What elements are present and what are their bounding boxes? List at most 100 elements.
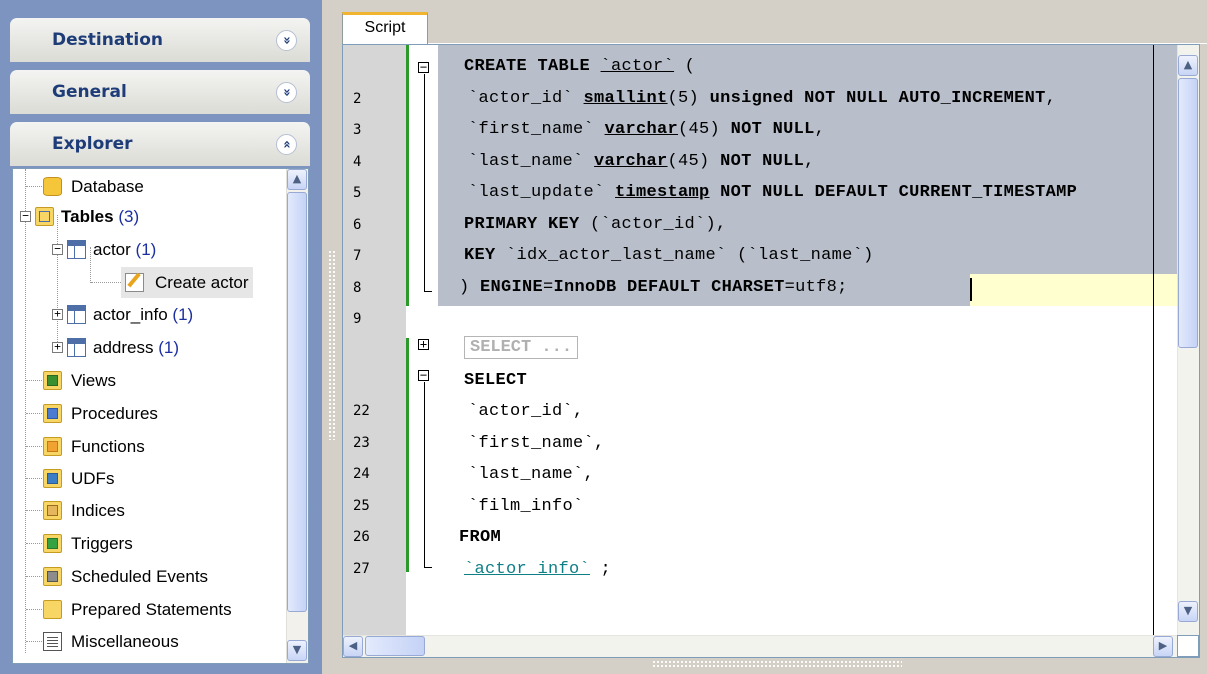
tree-node-create-actor[interactable]: Create actor — [121, 267, 253, 298]
vertical-splitter[interactable] — [322, 0, 342, 674]
tree-node-scheduled-events[interactable]: Scheduled Events — [43, 561, 208, 592]
line-number: 27 — [353, 561, 370, 577]
code-line: `actor_id`, — [468, 402, 584, 421]
line-number: 24 — [353, 466, 370, 482]
fold-expand-icon[interactable]: + — [418, 338, 429, 350]
collapsed-select-block[interactable]: SELECT ... — [464, 336, 579, 359]
right-margin-line — [1153, 45, 1154, 635]
editor-hscroll-thumb[interactable] — [365, 636, 425, 656]
views-icon — [43, 371, 62, 390]
tab-script[interactable]: Script — [342, 12, 428, 45]
fold-collapse-icon[interactable]: − — [418, 369, 429, 381]
tree-line — [57, 215, 58, 348]
indices-icon — [43, 501, 62, 520]
collapse-toggle-icon[interactable]: − — [52, 243, 63, 255]
code-line: `actor_id` smallint(5) unsigned NOT NULL… — [468, 89, 1057, 108]
scrollbar-corner — [1177, 635, 1199, 657]
prepared-statements-icon — [43, 600, 62, 619]
functions-icon — [43, 437, 62, 456]
code-line: KEY `idx_actor_last_name` (`last_name`) — [464, 246, 874, 265]
tree-node-miscellaneous[interactable]: Miscellaneous — [43, 626, 179, 657]
tree-vertical-scrollbar[interactable]: ▲ ▼ — [286, 169, 308, 663]
line-number: 22 — [353, 403, 370, 419]
section-explorer-label: Explorer — [52, 134, 133, 154]
section-general-label: General — [52, 82, 127, 102]
miscellaneous-icon — [43, 632, 62, 651]
line-number: 8 — [353, 280, 362, 296]
tree-node-procedures[interactable]: Procedures — [43, 398, 158, 429]
splitter-grip[interactable] — [328, 250, 336, 440]
code-line: CREATE TABLE `actor` ( — [464, 57, 696, 76]
scroll-left-icon[interactable]: ◀ — [343, 636, 363, 657]
line-number: 26 — [353, 529, 370, 545]
tree-node-actor[interactable]: actor (1) — [67, 234, 156, 265]
tables-icon — [35, 207, 54, 226]
change-bar — [406, 338, 409, 572]
scroll-down-icon[interactable]: ▼ — [287, 640, 307, 661]
fold-collapse-icon[interactable]: − — [418, 61, 429, 73]
procedures-icon — [43, 404, 62, 423]
create-script-icon — [125, 272, 144, 292]
line-number: 4 — [353, 154, 362, 170]
section-general[interactable]: General » — [10, 70, 310, 114]
tree-node-triggers[interactable]: Triggers — [43, 528, 133, 559]
tree-node-address[interactable]: address (1) — [67, 332, 179, 363]
line-number: 23 — [353, 435, 370, 451]
section-destination-label: Destination — [52, 30, 164, 50]
line-number: 3 — [353, 122, 362, 138]
code-line: ) ENGINE=InnoDB DEFAULT CHARSET=utf8; — [438, 278, 848, 297]
tree-node-prepared-statements[interactable]: Prepared Statements — [43, 594, 232, 625]
triggers-icon — [43, 534, 62, 553]
table-icon — [67, 240, 86, 259]
chevron-up-icon[interactable]: « — [276, 134, 297, 155]
tree-line — [25, 169, 26, 653]
expand-toggle-icon[interactable]: + — [52, 308, 63, 320]
tree-node-database[interactable]: Database — [43, 171, 144, 202]
scroll-up-icon[interactable]: ▲ — [287, 169, 307, 190]
scheduled-events-icon — [43, 567, 62, 586]
code-line: PRIMARY KEY (`actor_id`), — [464, 215, 727, 234]
editor-horizontal-scrollbar[interactable]: ◀ ▶ — [343, 635, 1178, 657]
code-line: `actor_info` ; — [464, 560, 612, 579]
tab-bar: Script — [342, 0, 1207, 45]
table-icon — [67, 338, 86, 357]
code-line: `first_name`, — [468, 434, 605, 453]
editor-panel: Script − + − 2 3 4 5 6 7 8 9 22 23 24 25… — [342, 0, 1207, 674]
table-icon — [67, 305, 86, 324]
line-number: 25 — [353, 498, 370, 514]
collapse-toggle-icon[interactable]: − — [20, 210, 31, 222]
code-line: `film_info` — [468, 497, 584, 516]
code-line: `last_update` timestamp NOT NULL DEFAULT… — [468, 183, 1078, 202]
editor-vertical-scrollbar[interactable]: ▲ ▼ — [1177, 45, 1199, 635]
line-number: 9 — [353, 311, 362, 327]
code-line: `last_name`, — [468, 465, 595, 484]
left-panel: Destination » General » Explorer « Datab… — [0, 0, 322, 674]
code-line: `first_name` varchar(45) NOT NULL, — [468, 120, 826, 139]
chevron-down-icon[interactable]: » — [276, 30, 297, 51]
section-explorer[interactable]: Explorer « — [10, 122, 310, 166]
chevron-down-icon[interactable]: » — [276, 82, 297, 103]
tree-node-udfs[interactable]: UDFs — [43, 463, 114, 494]
editor-vscroll-thumb[interactable] — [1178, 78, 1198, 348]
database-icon — [43, 177, 62, 196]
tree-node-actor-info[interactable]: actor_info (1) — [67, 299, 193, 330]
tree-scroll-thumb[interactable] — [287, 192, 307, 612]
scroll-right-icon[interactable]: ▶ — [1153, 636, 1173, 657]
explorer-tree[interactable]: Database − Tables (3) − actor (1) Create… — [12, 168, 309, 664]
sql-editor[interactable]: − + − 2 3 4 5 6 7 8 9 22 23 24 25 26 27 … — [342, 44, 1200, 658]
line-number: 5 — [353, 185, 362, 201]
tree-node-indices[interactable]: Indices — [43, 495, 125, 526]
tree-node-functions[interactable]: Functions — [43, 431, 145, 462]
scroll-down-icon[interactable]: ▼ — [1178, 601, 1198, 622]
expand-toggle-icon[interactable]: + — [52, 341, 63, 353]
tree-node-views[interactable]: Views — [43, 365, 116, 396]
code-line: SELECT — [464, 371, 528, 390]
tree-node-tables[interactable]: Tables (3) — [35, 201, 139, 232]
section-destination[interactable]: Destination » — [10, 18, 310, 62]
line-number: 7 — [353, 248, 362, 264]
code-line: `last_name` varchar(45) NOT NULL, — [468, 152, 815, 171]
line-number: 6 — [353, 217, 362, 233]
scroll-up-icon[interactable]: ▲ — [1178, 55, 1198, 76]
change-bar — [406, 45, 409, 306]
line-number: 2 — [353, 91, 362, 107]
